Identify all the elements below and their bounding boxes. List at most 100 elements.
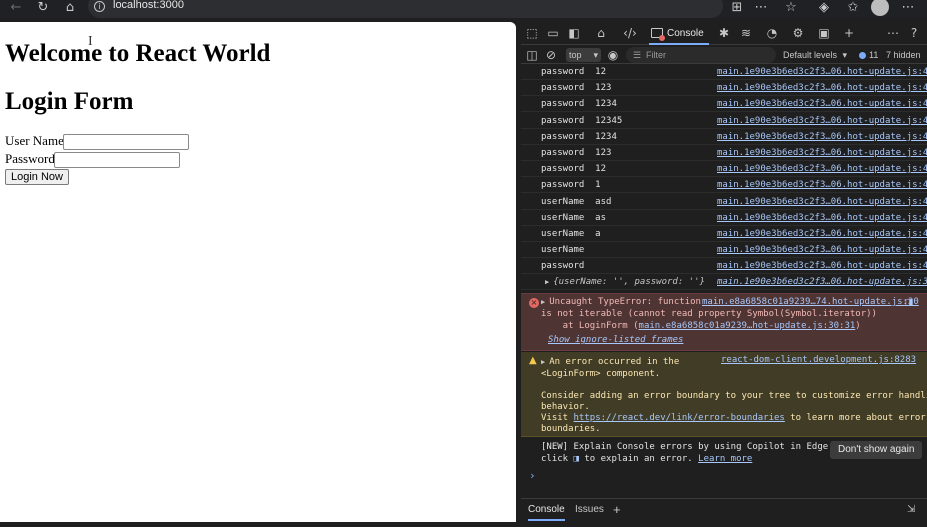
- network-wifi-icon[interactable]: ≋: [738, 25, 754, 41]
- console-log-row[interactable]: password 123 main.1e90e3b6ed3c2f3…06.hot-…: [521, 145, 927, 161]
- log-message: userName as: [541, 212, 607, 223]
- live-expression-eye-icon[interactable]: ◉: [605, 47, 621, 63]
- warning-line-2: <LoginForm> component.: [541, 369, 661, 379]
- log-source-link[interactable]: main.1e90e3b6ed3c2f3…06.hot-update.js:44: [717, 83, 927, 93]
- warning-source-link[interactable]: react-dom-client.development.js:8283: [721, 355, 916, 365]
- console-log-row[interactable]: userName main.1e90e3b6ed3c2f3…06.hot-upda…: [521, 242, 927, 259]
- log-source-link[interactable]: main.1e90e3b6ed3c2f3…06.hot-update.js:44: [717, 116, 927, 126]
- welcome-home-icon[interactable]: ⌂: [593, 25, 609, 41]
- page-viewport: I Welcome to React World Login Form User…: [0, 22, 516, 522]
- object-log-row[interactable]: ▶ {userName: '', password: ''} main.1e90e…: [521, 274, 927, 290]
- devtools-menu-icon[interactable]: ⋯: [885, 25, 901, 41]
- dont-show-again-button[interactable]: Don't show again: [830, 441, 923, 459]
- password-input[interactable]: [54, 152, 180, 168]
- help-icon[interactable]: ?: [906, 25, 922, 41]
- console-log-row[interactable]: password 123 main.1e90e3b6ed3c2f3…06.hot-…: [521, 80, 927, 97]
- console-log-row[interactable]: userName asd main.1e90e3b6ed3c2f3…06.hot-…: [521, 194, 927, 210]
- console-output: password 12 main.1e90e3b6ed3c2f3…06.hot-u…: [521, 64, 927, 508]
- devtools-panel: ⬚ ▭ ◧ ⌂ ‹/› Console ✱ ≋ ◔ ⚙ ▣ + ⋯ ? ◫ ⊘ …: [521, 22, 927, 527]
- console-log-row[interactable]: password 1 main.1e90e3b6ed3c2f3…06.hot-up…: [521, 177, 927, 194]
- sidebar-toggle-icon[interactable]: ◫: [524, 47, 540, 63]
- copilot-tip-mid: to explain an error.: [578, 454, 699, 464]
- menu-icon[interactable]: ⋯: [900, 0, 916, 16]
- error-line-3-suffix: ): [855, 321, 861, 331]
- back-icon[interactable]: ←: [8, 0, 24, 16]
- tab-console[interactable]: Console: [649, 22, 709, 45]
- log-source-link[interactable]: main.1e90e3b6ed3c2f3…06.hot-update.js:44: [717, 197, 927, 207]
- expand-triangle-icon[interactable]: ▶: [541, 298, 545, 306]
- log-source-link[interactable]: main.1e90e3b6ed3c2f3…06.hot-update.js:44: [717, 213, 927, 223]
- log-message: password 1234: [541, 99, 617, 110]
- log-source-link[interactable]: main.1e90e3b6ed3c2f3…06.hot-update.js:44: [717, 229, 927, 239]
- context-select[interactable]: top ▾: [566, 48, 601, 62]
- log-source-link[interactable]: main.1e90e3b6ed3c2f3…06.hot-update.js:44: [717, 164, 927, 174]
- console-log-row[interactable]: password 12345 main.1e90e3b6ed3c2f3…06.ho…: [521, 113, 927, 129]
- login-button[interactable]: Login Now: [5, 169, 69, 185]
- settings-gear-icon[interactable]: ⚙: [790, 25, 806, 41]
- console-log-row[interactable]: password 1234 main.1e90e3b6ed3c2f3…06.hot…: [521, 96, 927, 113]
- address-bar[interactable]: i localhost:3000: [88, 0, 723, 18]
- add-drawer-tab-icon[interactable]: +: [613, 499, 621, 521]
- learn-more-link[interactable]: Learn more: [698, 454, 752, 464]
- log-source-link[interactable]: main.1e90e3b6ed3c2f3…06.hot-update.js:44: [717, 99, 927, 109]
- console-log-row[interactable]: userName a main.1e90e3b6ed3c2f3…06.hot-up…: [521, 226, 927, 242]
- sources-bug-icon[interactable]: ✱: [716, 25, 732, 41]
- url-text: localhost:3000: [113, 0, 184, 11]
- copilot-explain-icon[interactable]: ◨: [901, 295, 917, 311]
- favorite-icon[interactable]: ☆: [783, 0, 799, 16]
- performance-icon[interactable]: ◔: [764, 25, 780, 41]
- filter-placeholder: Filter: [646, 50, 666, 60]
- info-icon[interactable]: i: [94, 1, 105, 12]
- console-log-row[interactable]: password 1234 main.1e90e3b6ed3c2f3…06.hot…: [521, 129, 927, 145]
- page-heading: Welcome to React World: [5, 40, 271, 67]
- log-message: userName a: [541, 229, 601, 239]
- dock-sidebar-icon[interactable]: ◧: [566, 25, 582, 41]
- log-source-link[interactable]: main.1e90e3b6ed3c2f3…06.hot-update.js:44: [717, 67, 927, 77]
- log-source-link[interactable]: main.1e90e3b6ed3c2f3…06.hot-update.js:44: [717, 148, 927, 158]
- warning-line-5-prefix: Visit: [541, 413, 574, 423]
- more-tools-plus-icon[interactable]: +: [841, 25, 857, 41]
- console-log-row[interactable]: password 12 main.1e90e3b6ed3c2f3…06.hot-u…: [521, 161, 927, 178]
- error-icon: ×: [529, 298, 539, 308]
- device-emulation-icon[interactable]: ▭: [545, 25, 561, 41]
- error-stack-link[interactable]: main.e8a6858c01a9239…hot-update.js:30:31: [639, 321, 856, 331]
- expand-triangle-icon[interactable]: ▶: [541, 358, 545, 366]
- issues-counter[interactable]: 11: [859, 48, 878, 62]
- error-boundaries-link[interactable]: https://react.dev/link/error-boundaries: [574, 413, 785, 423]
- log-source-link[interactable]: main.1e90e3b6ed3c2f3…06.hot-update.js:36: [717, 277, 927, 287]
- username-input[interactable]: [63, 134, 189, 150]
- devtools-tabbar: ⬚ ▭ ◧ ⌂ ‹/› Console ✱ ≋ ◔ ⚙ ▣ + ⋯ ?: [521, 22, 927, 45]
- reload-icon[interactable]: ↻: [35, 0, 51, 16]
- log-levels-select[interactable]: Default levels ▾: [783, 48, 847, 62]
- drawer-dock-icon[interactable]: ⇲: [907, 499, 915, 521]
- log-message: password 12: [541, 164, 607, 175]
- drawer-tab-console[interactable]: Console: [528, 499, 565, 521]
- console-prompt-icon[interactable]: ›: [529, 469, 536, 482]
- drawer-tab-issues[interactable]: Issues: [575, 499, 604, 521]
- log-message: password 1: [541, 180, 601, 191]
- show-ignore-listed-link[interactable]: Show ignore-listed frames: [548, 335, 683, 345]
- copilot-icon[interactable]: ◈: [816, 0, 832, 16]
- clear-console-icon[interactable]: ⊘: [543, 47, 559, 63]
- console-log-row[interactable]: password main.1e90e3b6ed3c2f3…06.hot-upda…: [521, 258, 927, 275]
- inspect-element-icon[interactable]: ⬚: [524, 25, 540, 41]
- more-icon[interactable]: ⋯: [753, 0, 769, 16]
- log-source-link[interactable]: main.1e90e3b6ed3c2f3…06.hot-update.js:44: [717, 245, 927, 255]
- application-icon[interactable]: ▣: [816, 25, 832, 41]
- profile-icon[interactable]: [871, 0, 889, 16]
- console-log-row[interactable]: userName as main.1e90e3b6ed3c2f3…06.hot-u…: [521, 210, 927, 226]
- error-line-2: is not iterable (cannot read property Sy…: [541, 309, 877, 319]
- collections-icon[interactable]: ✩: [845, 0, 861, 16]
- console-log-row[interactable]: password 12 main.1e90e3b6ed3c2f3…06.hot-u…: [521, 64, 927, 80]
- log-source-link[interactable]: main.1e90e3b6ed3c2f3…06.hot-update.js:44: [717, 261, 927, 271]
- home-icon[interactable]: ⌂: [62, 0, 78, 16]
- log-message: password: [541, 261, 585, 272]
- filter-input[interactable]: ☰ Filter: [626, 47, 776, 63]
- elements-tab-icon[interactable]: ‹/›: [622, 25, 638, 41]
- extensions-icon[interactable]: ⊞: [729, 0, 745, 16]
- error-source-link[interactable]: main.e8a6858c01a9239…74.hot-update.js:30: [702, 297, 919, 307]
- log-source-link[interactable]: main.1e90e3b6ed3c2f3…06.hot-update.js:44: [717, 132, 927, 142]
- expand-triangle-icon[interactable]: ▶: [545, 278, 549, 286]
- log-source-link[interactable]: main.1e90e3b6ed3c2f3…06.hot-update.js:44: [717, 180, 927, 190]
- log-message: userName asd: [541, 196, 612, 207]
